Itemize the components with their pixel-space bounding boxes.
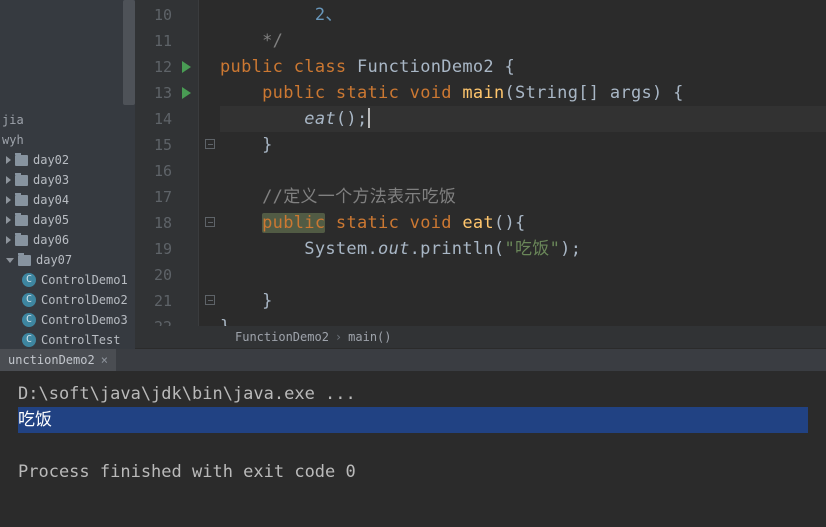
sidebar-item-folder[interactable]: day06 bbox=[0, 230, 135, 250]
sidebar-scrollbar[interactable] bbox=[123, 0, 135, 105]
sidebar-item-class[interactable]: C ControlDemo3 bbox=[0, 310, 135, 330]
folder-label: day03 bbox=[33, 173, 69, 187]
code-editor[interactable]: 10111213141516171819202122 2、 */public c… bbox=[135, 0, 826, 326]
class-icon: C bbox=[22, 313, 36, 327]
run-console[interactable]: D:\soft\java\jdk\bin\java.exe ... 吃饭 Pro… bbox=[0, 371, 826, 527]
file-label: ControlTest bbox=[41, 333, 120, 347]
fold-gutter[interactable] bbox=[198, 0, 220, 326]
folder-icon bbox=[15, 155, 28, 166]
expand-icon[interactable] bbox=[6, 258, 14, 263]
expand-icon[interactable] bbox=[6, 216, 11, 224]
code-line[interactable]: public static void eat(){ bbox=[220, 210, 826, 236]
folder-icon bbox=[15, 195, 28, 206]
code-line[interactable]: //定义一个方法表示吃饭 bbox=[220, 184, 826, 210]
folder-icon bbox=[15, 235, 28, 246]
sidebar-item-folder[interactable]: day04 bbox=[0, 190, 135, 210]
code-line[interactable]: */ bbox=[220, 28, 826, 54]
folder-label: day07 bbox=[36, 253, 72, 267]
sidebar-item-folder[interactable]: day07 bbox=[0, 250, 135, 270]
code-line[interactable]: public class FunctionDemo2 { bbox=[220, 54, 826, 80]
run-icon[interactable] bbox=[182, 61, 191, 73]
breadcrumb[interactable]: FunctionDemo2 › main() bbox=[135, 326, 826, 348]
run-tab[interactable]: unctionDemo2 × bbox=[0, 349, 116, 371]
sidebar-item-folder[interactable]: day03 bbox=[0, 170, 135, 190]
code-area[interactable]: 2、 */public class FunctionDemo2 { public… bbox=[220, 0, 826, 326]
code-line[interactable]: public static void main(String[] args) { bbox=[220, 80, 826, 106]
sidebar-item-class[interactable]: C ControlDemo1 bbox=[0, 270, 135, 290]
class-icon: C bbox=[22, 273, 36, 287]
code-line[interactable]: 2、 bbox=[220, 2, 826, 28]
folder-icon bbox=[15, 215, 28, 226]
file-label: ControlDemo3 bbox=[41, 313, 128, 327]
fold-icon[interactable] bbox=[205, 217, 215, 227]
code-line[interactable]: System.out.println("吃饭"); bbox=[220, 236, 826, 262]
folder-icon bbox=[18, 255, 31, 266]
folder-label: day06 bbox=[33, 233, 69, 247]
file-label: ControlDemo1 bbox=[41, 273, 128, 287]
folder-icon bbox=[15, 175, 28, 186]
folder-label: day04 bbox=[33, 193, 69, 207]
close-icon[interactable]: × bbox=[101, 353, 108, 367]
code-line[interactable] bbox=[220, 262, 826, 288]
tool-window-tab-bar[interactable]: unctionDemo2 × bbox=[0, 349, 826, 371]
console-status: Process finished with exit code 0 bbox=[18, 462, 356, 482]
sidebar-item-folder[interactable]: day02 bbox=[0, 150, 135, 170]
code-line[interactable] bbox=[220, 158, 826, 184]
run-gutter[interactable] bbox=[180, 0, 198, 326]
sidebar-item-folder[interactable]: day05 bbox=[0, 210, 135, 230]
code-line[interactable]: } bbox=[220, 132, 826, 158]
breadcrumb-separator-icon: › bbox=[335, 330, 342, 344]
console-command: D:\soft\java\jdk\bin\java.exe ... bbox=[18, 384, 356, 404]
expand-icon[interactable] bbox=[6, 196, 11, 204]
expand-icon[interactable] bbox=[6, 176, 11, 184]
code-line[interactable]: eat(); bbox=[220, 106, 826, 132]
console-output-selected: 吃饭 bbox=[18, 407, 808, 433]
tab-label: unctionDemo2 bbox=[8, 353, 95, 367]
class-icon: C bbox=[22, 333, 36, 347]
class-icon: C bbox=[22, 293, 36, 307]
code-line[interactable]: } bbox=[220, 288, 826, 314]
expand-icon[interactable] bbox=[6, 236, 11, 244]
fold-icon[interactable] bbox=[205, 139, 215, 149]
fold-icon[interactable] bbox=[205, 295, 215, 305]
breadcrumb-class[interactable]: FunctionDemo2 bbox=[235, 330, 329, 344]
folder-label: day02 bbox=[33, 153, 69, 167]
sidebar-item-user[interactable]: wyh bbox=[0, 130, 135, 150]
run-icon[interactable] bbox=[182, 87, 191, 99]
project-sidebar[interactable]: jiawyhday02day03day04day05day06day07CCon… bbox=[0, 0, 135, 352]
sidebar-item-user[interactable]: jia bbox=[0, 110, 135, 130]
folder-label: day05 bbox=[33, 213, 69, 227]
breadcrumb-method[interactable]: main() bbox=[348, 330, 391, 344]
file-label: ControlDemo2 bbox=[41, 293, 128, 307]
line-number-gutter: 10111213141516171819202122 bbox=[135, 0, 180, 326]
expand-icon[interactable] bbox=[6, 156, 11, 164]
sidebar-item-class[interactable]: C ControlDemo2 bbox=[0, 290, 135, 310]
sidebar-item-class[interactable]: C ControlTest bbox=[0, 330, 135, 350]
